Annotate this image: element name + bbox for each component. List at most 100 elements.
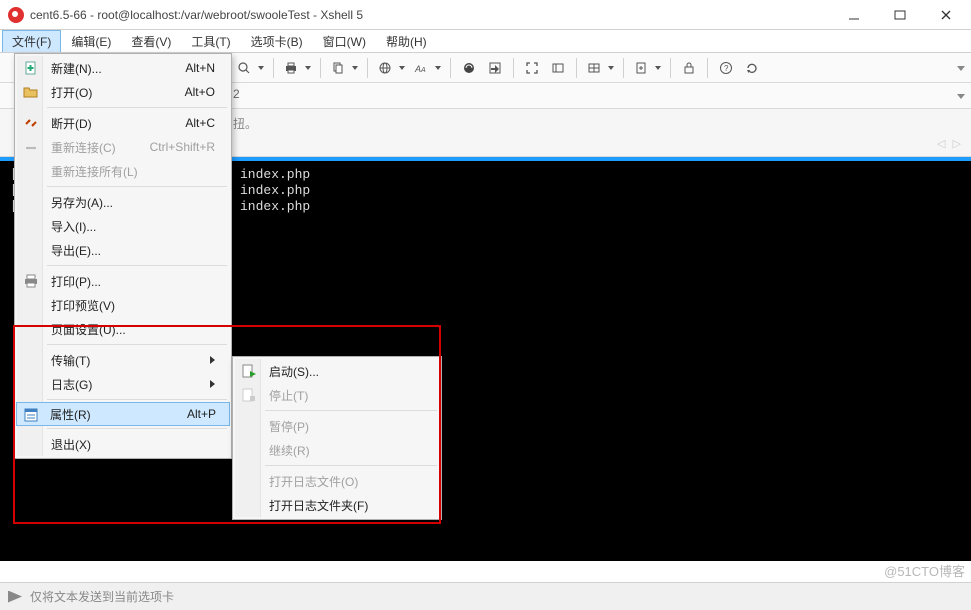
start-log-icon [241,363,257,379]
menu-item-label: 属性(R) [50,406,91,423]
toolbar-print-button[interactable] [280,56,314,80]
menu-item-shortcut: Alt+N [161,61,215,75]
submenu-item-start[interactable]: 启动(S)... [235,359,439,383]
menubar: 文件(F) 编辑(E) 查看(V) 工具(T) 选项卡(B) 窗口(W) 帮助(… [0,30,971,53]
svg-text:A: A [420,67,426,74]
toolbar-fullscreen-button[interactable] [520,56,544,80]
watermark: @51CTO博客 [884,561,965,580]
menu-item-label: 打开日志文件(O) [269,473,358,490]
menu-item-transfer[interactable]: 传输(T) [17,348,229,372]
menu-separator [47,428,227,429]
disconnect-icon [23,115,39,131]
menu-item-label: 日志(G) [51,376,92,393]
banner-scroll-arrows[interactable]: ◁ ▷ [937,137,963,150]
menu-item-label: 传输(T) [51,352,90,369]
menu-item-log[interactable]: 日志(G) [17,372,229,396]
menu-item-save-as[interactable]: 另存为(A)... [17,190,229,214]
toolbar-swirl-button[interactable] [457,56,481,80]
toolbar-font-button[interactable]: AA [410,56,444,80]
terminal-line: index.php [240,167,963,183]
menu-item-label: 打印(P)... [51,273,101,290]
menu-separator [47,107,227,108]
menu-item-export[interactable]: 导出(E)... [17,238,229,262]
toolbar-search-button[interactable] [233,56,267,80]
menu-item-import[interactable]: 导入(I)... [17,214,229,238]
menu-separator [47,344,227,345]
menu-item-new[interactable]: 新建(N)... Alt+N [17,56,229,80]
reconnect-icon [23,139,39,155]
menu-item-properties[interactable]: 属性(R) Alt+P [16,402,230,426]
menu-item-disconnect[interactable]: 断开(D) Alt+C [17,111,229,135]
menu-item-reconnect: 重新连接(C) Ctrl+Shift+R [17,135,229,159]
window-buttons [831,1,969,29]
menu-item-shortcut: Alt+C [161,116,215,130]
svg-text:A: A [414,64,421,74]
titlebar: cent6.5-66 - root@localhost:/var/webroot… [0,0,971,30]
menu-item-page-setup[interactable]: 页面设置(U)... [17,317,229,341]
menu-item-label: 停止(T) [269,387,308,404]
menu-view[interactable]: 查看(V) [121,30,181,52]
menu-separator [47,265,227,266]
folder-open-icon [23,84,39,100]
window-title: cent6.5-66 - root@localhost:/var/webroot… [30,8,363,22]
submenu-item-open-log-folder[interactable]: 打开日志文件夹(F) [235,493,439,517]
menu-window[interactable]: 窗口(W) [313,30,376,52]
menu-item-label: 打印预览(V) [51,297,115,314]
banner-fragment: 扭。 [233,115,257,132]
app-icon [8,7,24,23]
menu-file[interactable]: 文件(F) [2,30,61,52]
menu-item-label: 导出(E)... [51,242,101,259]
submenu-arrow-icon [210,380,215,388]
send-icon [8,591,22,603]
toolbar-lock-button[interactable] [677,56,701,80]
menu-item-shortcut: Ctrl+Shift+R [126,140,215,154]
menu-item-shortcut: Alt+P [163,407,216,421]
menu-item-label: 暂停(P) [269,418,309,435]
submenu-arrow-icon [210,356,215,364]
menu-help[interactable]: 帮助(H) [376,30,437,52]
submenu-item-stop: 停止(T) [235,383,439,407]
toolbar-arrow-button[interactable] [483,56,507,80]
menu-separator [47,399,227,400]
menu-separator [47,186,227,187]
minimize-button[interactable] [831,1,877,29]
menu-tabs[interactable]: 选项卡(B) [241,30,313,52]
menu-item-label: 新建(N)... [51,60,102,77]
maximize-button[interactable] [877,1,923,29]
tabstrip-overflow[interactable] [957,83,965,109]
toolbar-overflow[interactable] [957,53,965,83]
tab-fragment: 2 [233,87,240,101]
menu-item-exit[interactable]: 退出(X) [17,432,229,456]
menu-item-reconnect-all: 重新连接所有(L) [17,159,229,183]
menu-tools[interactable]: 工具(T) [181,30,240,52]
menu-item-label: 退出(X) [51,436,91,453]
menu-item-open[interactable]: 打开(O) Alt+O [17,80,229,104]
toolbar-newdoc-button[interactable] [630,56,664,80]
terminal-line: index.php [240,199,963,215]
toolbar-refresh-button[interactable] [740,56,764,80]
statusbar: 仅将文本发送到当前选项卡 [0,582,971,610]
status-text: 仅将文本发送到当前选项卡 [30,588,174,605]
toolbar-copy-button[interactable] [327,56,361,80]
stop-log-icon [241,387,257,403]
menu-item-label: 继续(R) [269,442,310,459]
toolbar-help-button[interactable]: ? [714,56,738,80]
print-icon [23,273,39,289]
menu-item-label: 打开(O) [51,84,92,101]
menu-item-print[interactable]: 打印(P)... [17,269,229,293]
submenu-item-resume: 继续(R) [235,438,439,462]
terminal-line: index.php [240,183,963,199]
menu-item-print-preview[interactable]: 打印预览(V) [17,293,229,317]
toolbar-layout-button[interactable] [583,56,617,80]
menu-item-label: 重新连接(C) [51,139,116,156]
menu-item-label: 启动(S)... [269,363,319,380]
close-button[interactable] [923,1,969,29]
menu-item-label: 打开日志文件夹(F) [269,497,368,514]
menu-separator [265,465,437,466]
toolbar-globe-button[interactable] [374,56,408,80]
menu-item-label: 断开(D) [51,115,92,132]
svg-text:?: ? [724,64,729,73]
menu-item-label: 页面设置(U)... [51,321,126,338]
menu-edit[interactable]: 编辑(E) [61,30,121,52]
toolbar-panel-button[interactable] [546,56,570,80]
